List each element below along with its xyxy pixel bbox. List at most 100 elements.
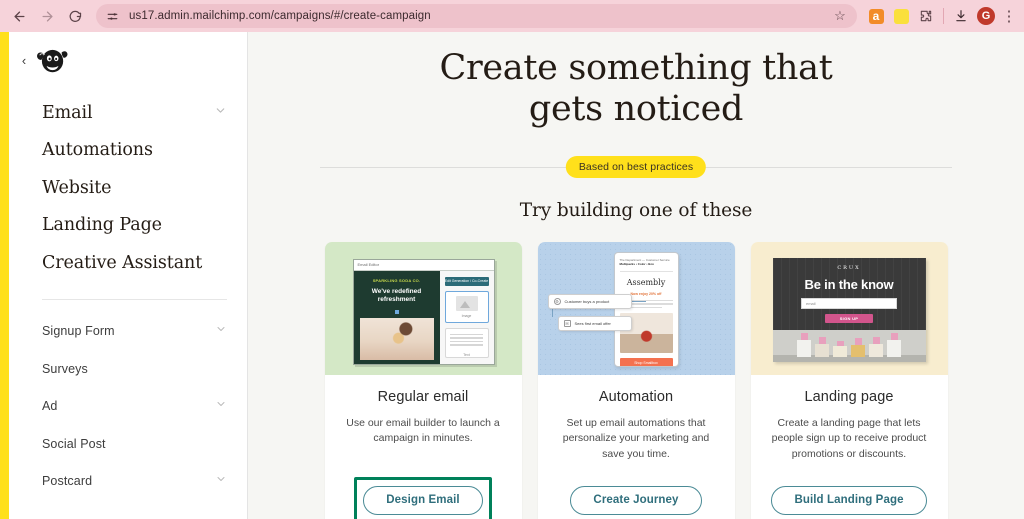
mockup-titlebar: Email Editor [353, 259, 494, 271]
card-landing-page[interactable]: CRUX Be in the know email SIGN UP Landin… [750, 241, 948, 519]
sidebar-item-postcard[interactable]: Postcard [9, 463, 247, 501]
chevron-down-icon[interactable] [215, 322, 227, 340]
phone-header-label: The Department — Customer Service [619, 257, 670, 262]
reload-icon[interactable] [62, 3, 88, 29]
card-regular-email[interactable]: Email Editor SPARKLING SODA CO. We've re… [324, 241, 522, 519]
card-body: Regular email Use our email builder to l… [325, 375, 522, 519]
gear-icon: ⚙ [553, 297, 561, 305]
mockup-headline: Be in the know [804, 276, 894, 292]
sidebar-item-creative-assistant[interactable]: Creative Assistant [9, 244, 247, 282]
card-title: Automation [598, 388, 674, 405]
product-bottle [797, 332, 811, 357]
phone-header: The Department — Customer Service Multip… [620, 258, 673, 267]
sidebar-item-label: Signup Form [42, 324, 115, 339]
sidebar-item-label: Surveys [42, 361, 88, 376]
sidebar-item-social-post[interactable]: Social Post [9, 425, 247, 463]
mockup-email-input: email [801, 297, 897, 309]
toolbar-divider [943, 8, 944, 24]
extension-strip: a G ⋮ [865, 5, 1018, 27]
card-title: Landing page [804, 388, 894, 405]
automation-node-label: Customer buys a product [564, 298, 610, 304]
sidebar-item-surveys[interactable]: Surveys [9, 350, 247, 388]
chevron-down-icon[interactable] [215, 472, 227, 490]
mockup-signup-button: SIGN UP [825, 313, 873, 323]
chevron-down-icon[interactable] [215, 397, 227, 415]
product-bottle [869, 336, 883, 357]
sidebar-item-label: Social Post [42, 436, 106, 451]
card-automation[interactable]: The Department — Customer Service Multip… [537, 241, 735, 519]
sidebar-item-ad[interactable]: Ad [9, 388, 247, 426]
mockup-accent-dot [394, 309, 399, 314]
page-title-line-1: Create something that [439, 48, 833, 88]
mockup-editor-panel: Edit Generation / Co-Create Image Text [439, 270, 494, 364]
brand-accent-rail [0, 32, 9, 519]
address-bar[interactable]: us17.admin.mailchimp.com/campaigns/#/cre… [96, 4, 857, 28]
back-arrow-icon[interactable] [6, 3, 32, 29]
browser-toolbar: us17.admin.mailchimp.com/campaigns/#/cre… [0, 0, 1024, 32]
design-email-focus-ring: Design Email [354, 476, 492, 519]
automation-node-action: ✉ Sees first email offer [557, 315, 632, 331]
sidebar-item-automations[interactable]: Automations [9, 132, 247, 170]
sidebar-secondary-nav: Signup Form Surveys Ad Social Post Postc… [9, 300, 247, 501]
mockup-text-block: Text [444, 327, 489, 358]
regular-email-illustration: Email Editor SPARKLING SODA CO. We've re… [324, 241, 522, 375]
mockup-image-block: Image [444, 290, 489, 323]
chevron-left-icon[interactable]: ‹ [13, 54, 35, 67]
bookmark-star-icon[interactable]: ☆ [831, 8, 849, 24]
sidebar-item-email[interactable]: Email [9, 94, 247, 132]
downloads-icon[interactable] [950, 5, 972, 27]
card-description: Set up email automations that personaliz… [562, 416, 710, 461]
card-description: Use our email builder to launch a campai… [346, 416, 500, 445]
mailchimp-freddie-logo[interactable] [35, 43, 69, 77]
kebab-menu-icon[interactable]: ⋮ [1000, 7, 1018, 25]
page-root: ‹ Email Automations Website Landing Page… [0, 32, 1024, 519]
flow-edge-vertical [551, 308, 553, 317]
card-title: Regular email [377, 388, 469, 405]
sidebar-item-label: Postcard [42, 474, 93, 489]
automation-phone-mockup: The Department — Customer Service Multip… [613, 251, 679, 367]
page-title: Create something that gets noticed [248, 32, 1024, 131]
gold-extension-icon[interactable] [890, 5, 912, 27]
status-badge: Based on best practices [565, 155, 707, 178]
avatar-initial: G [977, 7, 995, 25]
profile-avatar[interactable]: G [975, 5, 997, 27]
sidebar-primary-nav: Email Automations Website Landing Page C… [9, 88, 247, 282]
amazon-extension-icon[interactable]: a [865, 5, 887, 27]
sidebar-item-label: Automations [42, 140, 153, 161]
phone-brand: Assembly [626, 277, 666, 287]
phone-header-bold: Multipacks • Color • Box [619, 262, 654, 267]
sidebar: ‹ Email Automations Website Landing Page… [9, 32, 248, 519]
build-landing-page-button[interactable]: Build Landing Page [771, 485, 927, 515]
mockup-product-photo [359, 317, 434, 360]
create-journey-wrap: Create Journey [561, 477, 710, 519]
card-body: Landing page Create a landing page that … [751, 375, 948, 519]
extensions-puzzle-icon[interactable] [915, 5, 937, 27]
sidebar-item-landing-page[interactable]: Landing Page [9, 207, 247, 245]
landing-page-illustration: CRUX Be in the know email SIGN UP [750, 241, 948, 375]
forward-arrow-icon[interactable] [34, 3, 60, 29]
mockup-text-lines [449, 333, 484, 346]
build-landing-page-wrap: Build Landing Page [762, 477, 935, 519]
mockup-headline: We've redefined refreshment [371, 287, 422, 303]
automation-node-label: Sees first email offer [574, 320, 611, 326]
product-bottle [851, 337, 865, 357]
chevron-down-icon[interactable] [214, 104, 227, 122]
sidebar-item-website[interactable]: Website [9, 169, 247, 207]
best-practices-divider: Based on best practices [320, 155, 952, 178]
envelope-icon: ✉ [563, 319, 571, 327]
design-email-button[interactable]: Design Email [363, 485, 483, 515]
campaign-type-cards: Email Editor SPARKLING SODA CO. We've re… [248, 241, 1024, 519]
mockup-email-canvas: SPARKLING SODA CO. We've redefined refre… [353, 270, 440, 364]
email-builder-mockup: Email Editor SPARKLING SODA CO. We've re… [352, 258, 495, 365]
card-description: Create a landing page that lets people s… [771, 416, 927, 461]
sidebar-item-signup-form[interactable]: Signup Form [9, 313, 247, 351]
mockup-panel-button: Edit Generation / Co-Create [444, 276, 489, 286]
mockup-body: SPARKLING SODA CO. We've redefined refre… [353, 270, 494, 364]
phone-rule [619, 270, 673, 272]
card-body: Automation Set up email automations that… [538, 375, 735, 519]
product-bottle [887, 332, 901, 357]
sidebar-brand-row: ‹ [9, 32, 247, 88]
image-placeholder-icon [455, 295, 478, 311]
create-journey-button[interactable]: Create Journey [570, 485, 702, 515]
tune-sliders-icon[interactable] [104, 8, 121, 25]
